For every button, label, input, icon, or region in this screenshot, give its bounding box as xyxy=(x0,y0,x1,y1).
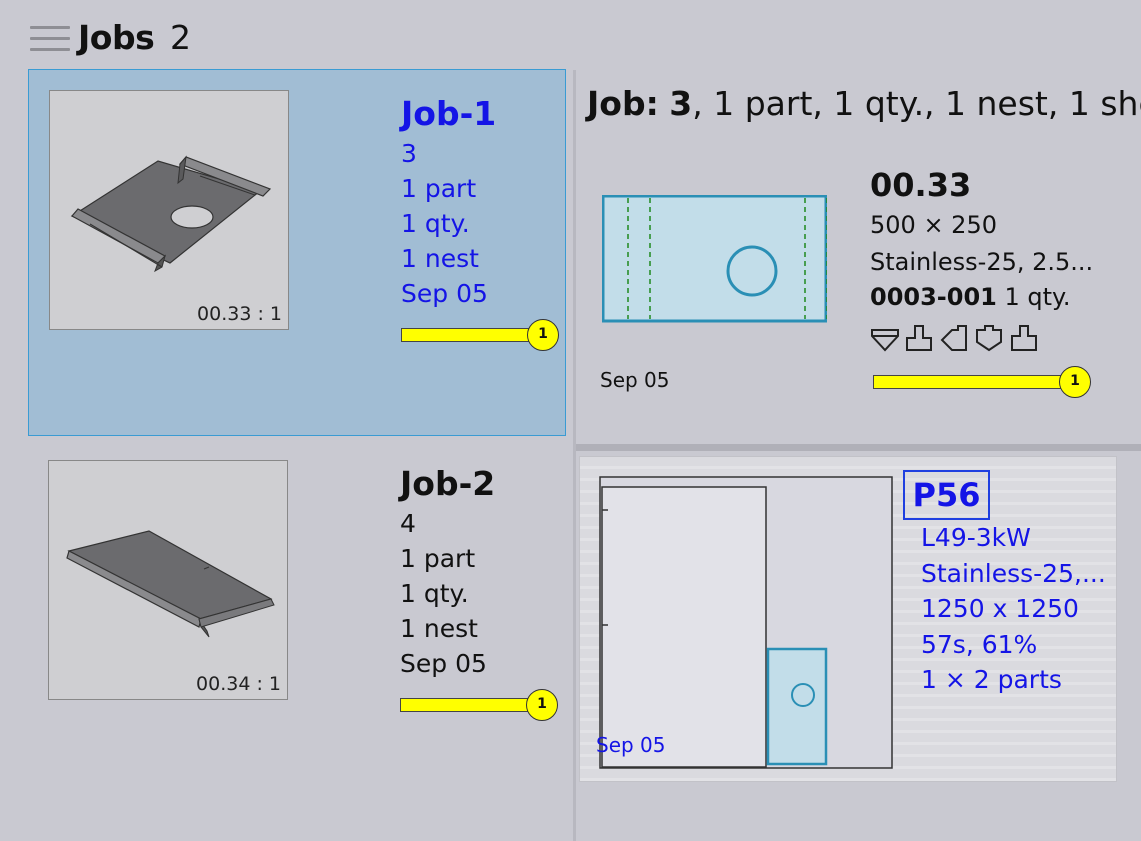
nest-sheet-size: 1250 x 1250 xyxy=(921,594,1079,623)
job-count: 2 xyxy=(170,18,191,57)
column-divider[interactable] xyxy=(573,70,576,841)
part-number: 00.33 xyxy=(870,166,972,204)
bent-plate-icon xyxy=(70,155,272,273)
part-drawing[interactable] xyxy=(601,194,828,329)
job-detail-label: Job: xyxy=(587,84,659,123)
part-progress-bar xyxy=(873,375,1063,389)
page-title: Jobs xyxy=(78,18,155,57)
part-order-line: 0003-001 1 qty. xyxy=(870,283,1070,311)
job-detail-summary: , 1 part, 1 qty., 1 nest, 1 sheet xyxy=(692,84,1141,123)
nest-parts: 1 × 2 parts xyxy=(921,665,1062,694)
thumbnail-scale-label: 00.34 : 1 xyxy=(196,673,281,695)
bend-down-icon xyxy=(976,325,1002,352)
bend-down-icon xyxy=(1011,325,1037,351)
job-name: Job-1 xyxy=(401,94,497,133)
job-id: 3 xyxy=(401,139,417,168)
nest-material: Stainless-25,... xyxy=(921,559,1106,588)
thumbnail-scale-label: 00.33 : 1 xyxy=(197,303,282,325)
bend-left-icon xyxy=(940,325,967,351)
progress-bar xyxy=(400,698,530,712)
nest-time-utilization: 57s, 61% xyxy=(921,630,1038,659)
job-date: Sep 05 xyxy=(401,279,488,308)
part-date: Sep 05 xyxy=(600,368,670,392)
progress-badge: 1 xyxy=(527,319,559,351)
progress-badge: 1 xyxy=(526,689,558,721)
job-parts: 1 part xyxy=(401,174,477,203)
operation-icons xyxy=(870,324,1042,358)
job-detail-header: Job: 3, 1 part, 1 qty., 1 nest, 1 sheet xyxy=(587,84,1141,123)
menu-icon[interactable] xyxy=(30,26,70,52)
job-qty: 1 qty. xyxy=(400,579,469,608)
flat-plate-icon xyxy=(66,530,275,638)
job-date: Sep 05 xyxy=(400,649,487,678)
panel-divider[interactable] xyxy=(576,444,1141,451)
nest-date: Sep 05 xyxy=(596,733,666,757)
job-info: Job-2 4 1 part 1 qty. 1 nest Sep 05 xyxy=(400,462,495,681)
part-thumbnail: 00.33 : 1 xyxy=(49,90,289,330)
job-nests: 1 nest xyxy=(400,614,478,643)
bend-down-icon xyxy=(906,325,932,351)
part-order: 0003-001 xyxy=(870,283,997,311)
progress-bar xyxy=(401,328,531,342)
nest-id[interactable]: P56 xyxy=(903,470,990,520)
part-material: Stainless-25, 2.5... xyxy=(870,248,1094,276)
bend-down-icon xyxy=(871,329,899,352)
job-name: Job-2 xyxy=(400,464,496,503)
part-size: 500 × 250 xyxy=(870,211,997,239)
part-qty: 1 qty. xyxy=(996,283,1071,311)
nest-sheet-drawing xyxy=(599,476,893,769)
nest-machine: L49-3kW xyxy=(921,523,1031,552)
job-detail-id: 3 xyxy=(669,84,693,123)
job-id: 4 xyxy=(400,509,416,538)
part-progress-badge: 1 xyxy=(1059,366,1091,398)
job-nests: 1 nest xyxy=(401,244,479,273)
job-info: Job-1 3 1 part 1 qty. 1 nest Sep 05 xyxy=(401,92,496,311)
job-qty: 1 qty. xyxy=(401,209,470,238)
job-card-job-1[interactable]: 00.33 : 1 Job-1 3 1 part 1 qty. 1 nest S… xyxy=(28,69,566,436)
job-card-job-2[interactable]: 00.34 : 1 Job-2 4 1 part 1 qty. 1 nest S… xyxy=(28,440,566,807)
job-parts: 1 part xyxy=(400,544,476,573)
part-thumbnail: 00.34 : 1 xyxy=(48,460,288,700)
